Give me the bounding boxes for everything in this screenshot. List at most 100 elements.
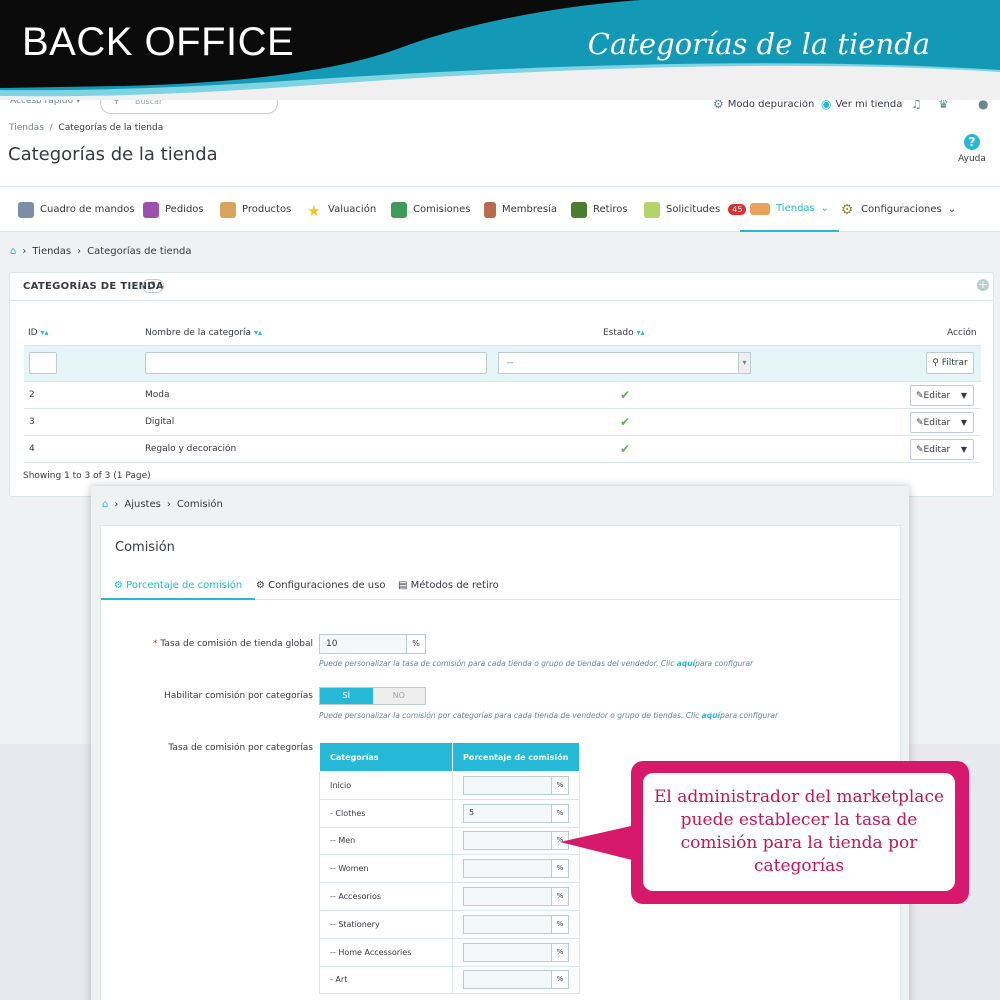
enable-category-toggle[interactable]: SÍ NO (319, 687, 426, 705)
column-header-status[interactable]: Estado ▾▴ (603, 328, 645, 338)
table-row: -- Accesorios % (319, 882, 580, 911)
caret-down-icon[interactable]: ▼ (955, 445, 973, 454)
row-id: 2 (29, 390, 35, 400)
toggle-yes[interactable]: SÍ (320, 688, 373, 704)
add-icon[interactable]: + (977, 279, 989, 291)
category-name: -- Stationery (319, 909, 453, 939)
toggle-no[interactable]: NO (373, 688, 426, 704)
category-rate-input[interactable] (463, 859, 552, 879)
check-icon[interactable]: ✔ (620, 388, 630, 402)
menu-item-label: Valuación (328, 204, 377, 215)
withdraw-icon (571, 201, 587, 218)
home-icon[interactable]: ⌂ (10, 246, 16, 257)
configure-link[interactable]: aquí (702, 711, 720, 720)
global-rate-hint: Puede personalizar la tasa de comisión p… (319, 659, 753, 668)
pencil-icon: ✎ (916, 417, 924, 428)
edit-label: Editar (923, 444, 951, 455)
menu-item-label: Retiros (593, 204, 628, 215)
tab-withdraw-methods[interactable]: ▤ Métodos de retiro (398, 580, 499, 591)
commission-breadcrumb: ⌂ › Ajustes › Comisión (102, 499, 223, 510)
search-icon: ⚲ (932, 358, 939, 368)
menu-item-dashboard[interactable]: Cuadro de mandos (18, 187, 135, 232)
required-marker: * (153, 639, 158, 649)
global-rate-input[interactable]: 10 (319, 634, 407, 654)
help-button[interactable]: ? Ayuda (952, 134, 992, 164)
menu-item-stores[interactable]: Tiendas ⌄ (740, 187, 840, 232)
sort-icon[interactable]: ▾▴ (637, 328, 645, 337)
banner-page-title: Categorías de la tienda (587, 27, 930, 61)
menu-item-label: Solicitudes (666, 204, 721, 215)
cart-icon (143, 201, 159, 218)
tab-label: Porcentaje de comisión (126, 580, 243, 591)
menu-item-orders[interactable]: Pedidos (143, 187, 204, 232)
sort-icon[interactable]: ▾▴ (40, 328, 48, 337)
menu-item-products[interactable]: Productos (220, 187, 291, 232)
id-filter-input[interactable] (29, 352, 57, 374)
column-header-id[interactable]: ID ▾▴ (28, 328, 49, 338)
callout-text: El administrador del marketplace puede e… (643, 773, 955, 891)
category-name: - Art (319, 965, 453, 995)
menu-item-withdrawals[interactable]: Retiros (571, 187, 628, 232)
global-rate-label: * Tasa de comisión de tienda global (151, 639, 313, 649)
tab-label: Métodos de retiro (410, 580, 499, 591)
main-menu: Cuadro de mandos Pedidos Productos ★ Val… (0, 187, 1000, 232)
chevron-right-icon: › (166, 499, 171, 510)
category-rate-input[interactable] (463, 831, 552, 851)
name-filter-input[interactable] (145, 352, 487, 374)
edit-button[interactable]: ✎Editar ▼ (910, 412, 974, 433)
status-filter-select[interactable]: -- ▾ (498, 352, 751, 374)
callout-box: El administrador del marketplace puede e… (631, 761, 969, 904)
table-row: - Clothes 5% (319, 798, 580, 828)
caret-down-icon[interactable]: ▼ (955, 418, 973, 427)
category-rate-input[interactable] (463, 914, 552, 934)
sort-icon[interactable]: ▾▴ (254, 328, 262, 337)
home-icon[interactable]: ⌂ (102, 499, 108, 510)
crumb-settings[interactable]: Ajustes (124, 499, 160, 510)
menu-item-membership[interactable]: Membresía (484, 187, 557, 232)
pencil-icon: ✎ (916, 444, 924, 455)
tab-commission-percentage[interactable]: ⚙ Porcentaje de comisión (101, 580, 256, 600)
money-icon (391, 201, 407, 218)
chevron-right-icon: › (114, 499, 119, 510)
menu-item-label: Tiendas (776, 203, 815, 214)
check-icon[interactable]: ✔ (620, 415, 630, 429)
menu-item-settings[interactable]: ⚙ Configuraciones ⌄ (839, 187, 956, 232)
menu-item-requests[interactable]: Solicitudes 45 (644, 187, 747, 232)
callout-pointer (560, 824, 640, 862)
commission-tabs: ⚙ Porcentaje de comisión ⚙ Configuracion… (101, 574, 902, 600)
category-hint: Puede personalizar la comisión por categ… (319, 711, 778, 720)
check-icon[interactable]: ✔ (620, 442, 630, 456)
category-rate-table: Categorías Porcentaje de comisión Inicio… (319, 742, 580, 995)
breadcrumb-root[interactable]: Tiendas (9, 123, 44, 133)
caret-down-icon[interactable]: ▼ (955, 391, 973, 400)
category-rate-input[interactable] (463, 775, 552, 795)
percent-addon: % (552, 775, 569, 795)
breadcrumb: Tiendas / Categorías de la tienda (9, 123, 163, 133)
store-icon (750, 202, 770, 215)
category-rate-input[interactable] (463, 970, 552, 990)
menu-item-label: Comisiones (413, 204, 471, 215)
percent-addon: % (552, 887, 569, 907)
crumb-stores[interactable]: Tiendas (32, 246, 71, 257)
column-header-name[interactable]: Nombre de la categoría ▾▴ (145, 328, 262, 338)
row-id: 4 (29, 444, 35, 454)
category-rate-label: Tasa de comisión por categorías (168, 743, 313, 753)
category-rate-input[interactable] (463, 942, 552, 962)
edit-button[interactable]: ✎Editar ▼ (910, 439, 974, 460)
count-badge: 3 (142, 279, 164, 293)
menu-item-valuation[interactable]: ★ Valuación (306, 187, 376, 232)
tab-usage-settings[interactable]: ⚙ Configuraciones de uso (256, 580, 385, 591)
category-name: -- Women (319, 854, 453, 884)
menu-item-label: Configuraciones (861, 204, 942, 215)
gear-icon: ⚙ (256, 580, 265, 591)
filter-button[interactable]: ⚲ Filtrar (926, 352, 974, 374)
category-rate-input[interactable]: 5 (463, 803, 552, 823)
edit-button[interactable]: ✎Editar ▼ (910, 385, 974, 406)
category-rate-input[interactable] (463, 887, 552, 907)
row-name: Regalo y decoración (145, 444, 237, 454)
menu-item-commissions[interactable]: Comisiones (391, 187, 470, 232)
help-icon: ? (964, 134, 980, 150)
configure-link[interactable]: aquí (677, 659, 695, 668)
column-header-categories: Categorías (319, 742, 453, 772)
view-store-label: Ver mi tienda (835, 98, 903, 110)
